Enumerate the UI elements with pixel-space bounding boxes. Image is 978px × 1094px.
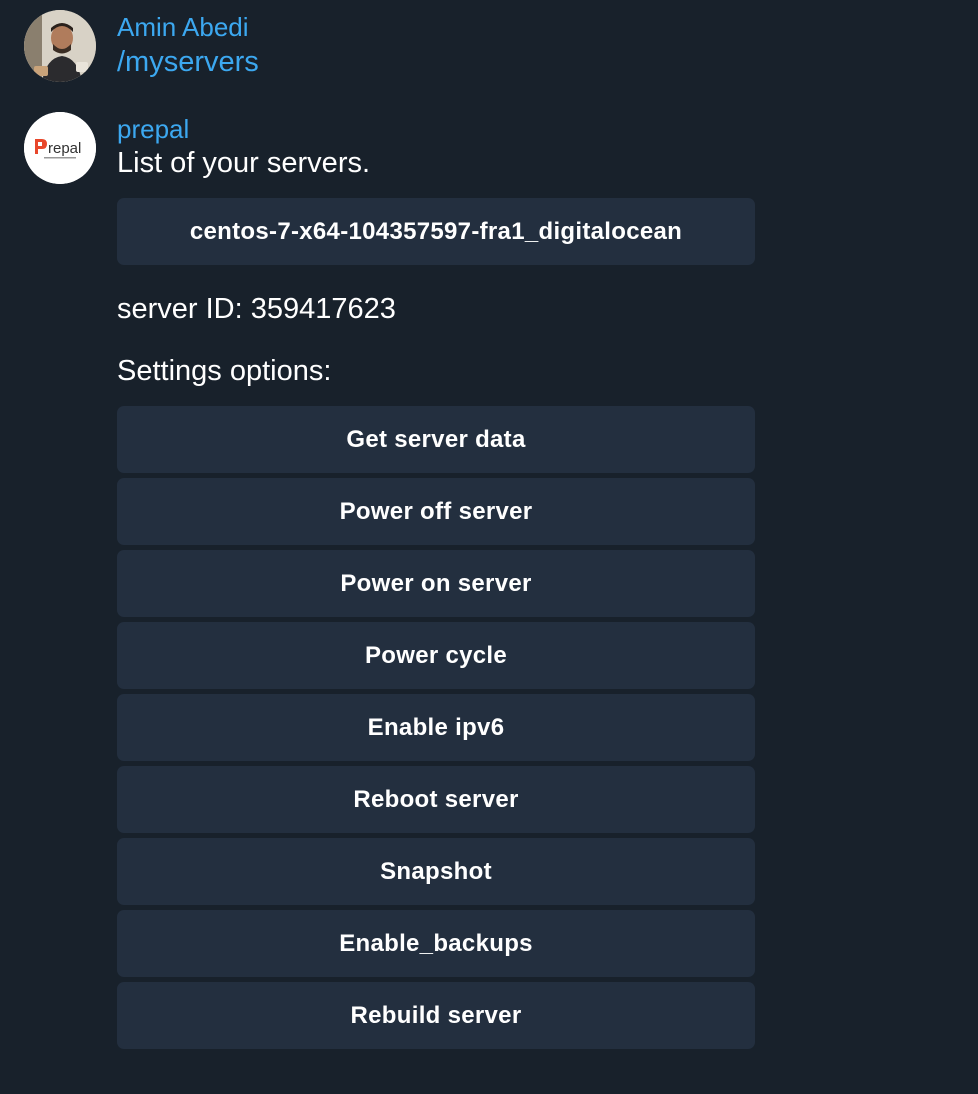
user-photo-icon (24, 10, 96, 82)
server-id-text: server ID: 359417623 (117, 293, 396, 325)
server-select-button[interactable]: centos-7-x64-104357597-fra1_digitalocean (117, 198, 755, 265)
power-on-server-button[interactable]: Power on server (117, 550, 755, 617)
logo-wordmark: repal (48, 140, 81, 157)
user-avatar[interactable] (24, 10, 96, 82)
get-server-data-button[interactable]: Get server data (117, 406, 755, 473)
snapshot-button[interactable]: Snapshot (117, 838, 755, 905)
bot-avatar[interactable]: repal (24, 112, 96, 184)
prepal-logo-icon: repal (24, 112, 96, 184)
bot-sender-name[interactable]: prepal (117, 113, 189, 145)
user-sender-name[interactable]: Amin Abedi (117, 11, 249, 43)
enable-ipv6-button[interactable]: Enable ipv6 (117, 694, 755, 761)
reboot-server-button[interactable]: Reboot server (117, 766, 755, 833)
command-link[interactable]: /myservers (117, 44, 259, 80)
power-off-server-button[interactable]: Power off server (117, 478, 755, 545)
enable-backups-button[interactable]: Enable_backups (117, 910, 755, 977)
rebuild-server-button[interactable]: Rebuild server (117, 982, 755, 1049)
settings-heading: Settings options: (117, 355, 332, 387)
power-cycle-button[interactable]: Power cycle (117, 622, 755, 689)
bot-message-text: List of your servers. (117, 147, 371, 179)
